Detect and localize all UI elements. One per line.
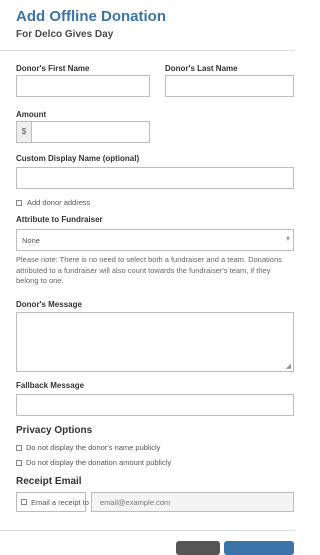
last-name-label: Donor's Last Name [165, 64, 238, 73]
privacy-heading: Privacy Options [16, 425, 93, 436]
receipt-heading: Receipt Email [16, 476, 82, 487]
cancel-button[interactable] [176, 541, 220, 555]
email-receipt-input[interactable] [91, 492, 294, 512]
amount-input[interactable] [31, 121, 150, 143]
hide-name-label: Do not display the donor's name publicly [26, 443, 161, 452]
page-subtitle: For Delco Gives Day [16, 29, 114, 40]
hide-amount-checkbox[interactable] [16, 460, 22, 466]
chevron-down-icon: ▾ [285, 234, 290, 243]
email-receipt-toggle[interactable]: Email a receipt to [16, 492, 89, 512]
last-name-input[interactable] [165, 75, 294, 97]
hide-name-checkbox[interactable] [16, 445, 22, 451]
amount-prefix: $ [16, 121, 32, 143]
message-label: Donor's Message [16, 300, 82, 309]
resize-handle-icon[interactable]: ◢ [286, 362, 291, 370]
fundraiser-select[interactable]: None ▾ [16, 229, 294, 251]
email-receipt-label: Email a receipt to [31, 498, 89, 507]
fallback-input[interactable] [16, 394, 294, 416]
save-button[interactable] [224, 541, 294, 555]
add-address-label: Add donor address [27, 198, 91, 207]
email-receipt-checkbox[interactable] [21, 499, 27, 505]
message-textarea[interactable]: ◢ [16, 312, 294, 372]
first-name-input[interactable] [16, 75, 150, 97]
display-name-input[interactable] [16, 167, 294, 189]
add-address-checkbox[interactable] [16, 200, 22, 206]
fallback-label: Fallback Message [16, 381, 85, 390]
first-name-label: Donor's First Name [16, 64, 90, 73]
hide-amount-label: Do not display the donation amount publi… [26, 458, 172, 467]
page-title: Add Offline Donation [16, 8, 166, 25]
display-name-label: Custom Display Name (optional) [16, 154, 140, 163]
header-divider [0, 50, 294, 51]
fundraiser-label: Attribute to Fundraiser [16, 215, 103, 224]
footer-divider [0, 530, 294, 531]
amount-label: Amount [16, 110, 47, 119]
fundraiser-selected-value: None [22, 236, 40, 245]
fundraiser-note: Please note: There is no need to select … [16, 255, 282, 285]
